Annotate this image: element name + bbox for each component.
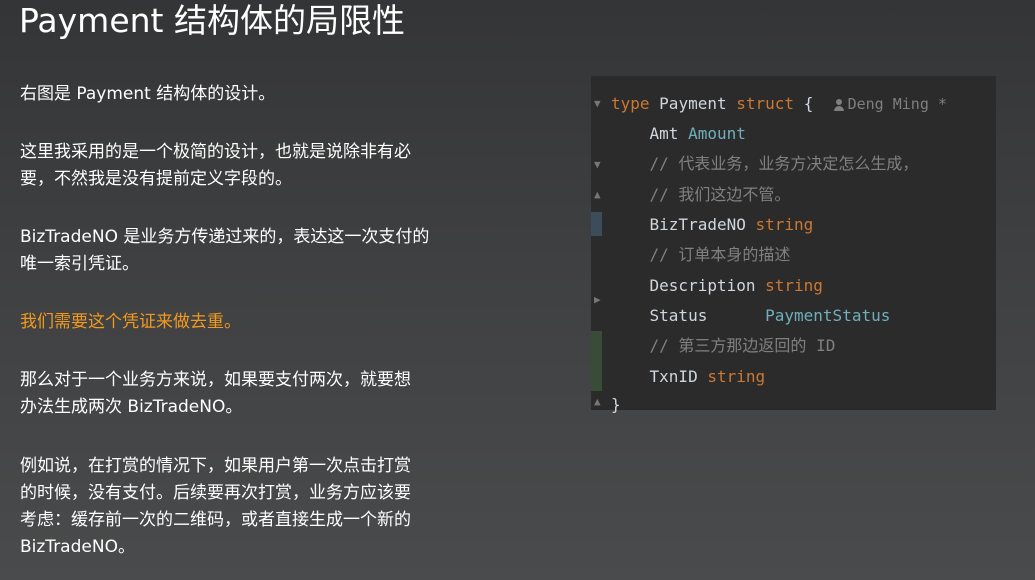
paragraph-line: 例如说，在打赏的情况下，如果用户第一次点击打赏 [20,456,411,476]
code-line-7: Description string [611,271,823,301]
person-icon [833,98,845,111]
field-name: TxnID [649,367,698,386]
paragraph-pay-twice: 那么对于一个业务方来说，如果要支付两次，就要想 办法生成两次 BizTradeN… [20,367,510,421]
fold-close-icon[interactable]: ▲ [594,189,606,201]
author-hint: Deng Ming * [833,95,947,113]
fold-open-icon[interactable]: ▼ [594,98,606,110]
paragraph-line: 这里我采用的是一个极简的设计，也就是说除非有必 [20,142,411,162]
field-name: BizTradeNO [649,215,746,234]
paragraph-line: 那么对于一个业务方来说，如果要支付两次，就要想 [20,370,411,390]
paragraph-biztradeno: BizTradeNO 是业务方传递过来的，表达这一次支付的 唯一索引凭证。 [20,224,510,278]
struct-name: Payment [659,94,727,113]
code-line-4: // 我们这边不管。 [611,180,791,210]
paragraph-line: BizTradeNO 是业务方传递过来的，表达这一次支付的 [20,227,430,247]
paragraph-line: BizTradeNO。 [20,537,135,557]
gutter-arrow-icon: ▶ [594,293,601,306]
field-name: Status [649,306,708,325]
code-line-6: // 订单本身的描述 [611,240,791,270]
change-marker [591,331,602,391]
code-editor-panel: ▼ ▼ ▲ ▶ ▲ type Payment struct { Deng Min… [591,76,996,414]
code-line-11: } [611,390,621,420]
code-comment: // 代表业务，业务方决定怎么生成， [649,154,919,173]
code-line-2: Amt Amount [611,119,746,149]
field-type: string [755,215,814,234]
fold-close-icon[interactable]: ▲ [594,396,606,408]
open-brace: { [803,94,814,113]
field-name: Description [649,276,756,295]
code-line-8: Status PaymentStatus [611,301,891,331]
close-brace: } [611,395,621,414]
author-star: * [937,95,947,113]
code-comment: // 订单本身的描述 [649,245,791,264]
keyword-type: type [611,94,650,113]
paragraph-line: 要，不然我是没有提前定义字段的。 [20,169,292,189]
paragraph-line: 办法生成两次 BizTradeNO。 [20,397,243,417]
code-line-9: // 第三方那边返回的 ID [611,331,836,361]
paragraph-intro: 右图是 Payment 结构体的设计。 [20,81,510,108]
code-line-3: // 代表业务，业务方决定怎么生成， [611,149,919,179]
code-line-10: TxnID string [611,362,766,392]
fold-open-icon[interactable]: ▼ [594,159,606,171]
paragraph-line: 右图是 Payment 结构体的设计。 [20,84,276,104]
field-type: Amount [688,124,746,143]
field-name: Amt [649,124,679,143]
change-marker [591,212,602,236]
field-type: string [707,367,766,386]
keyword-struct: struct [736,94,795,113]
slide-title: Payment 结构体的局限性 [19,1,405,40]
code-line-1: type Payment struct { Deng Ming * [611,89,947,119]
author-name: Deng Ming [847,95,929,113]
editor-gutter: ▼ ▼ ▲ ▶ ▲ [591,76,611,410]
code-comment: // 第三方那边返回的 ID [649,336,836,355]
code-comment: // 我们这边不管。 [649,185,791,204]
paragraph-minimal-design: 这里我采用的是一个极简的设计，也就是说除非有必 要，不然我是没有提前定义字段的。 [20,139,510,193]
paragraph-highlight: 我们需要这个凭证来做去重。 [20,309,510,336]
code-line-5: BizTradeNO string [611,210,814,240]
paragraph-line: 的时候，没有支付。后续要再次打赏，业务方应该要 [20,483,411,503]
field-type: string [765,276,823,295]
paragraph-example: 例如说，在打赏的情况下，如果用户第一次点击打赏 的时候，没有支付。后续要再次打赏… [20,453,510,561]
field-type: PaymentStatus [765,306,891,325]
paragraph-line: 我们需要这个凭证来做去重。 [20,312,241,332]
paragraph-line: 唯一索引凭证。 [20,254,139,274]
paragraph-line: 考虑：缓存前一次的二维码，或者直接生成一个新的 [20,510,411,530]
